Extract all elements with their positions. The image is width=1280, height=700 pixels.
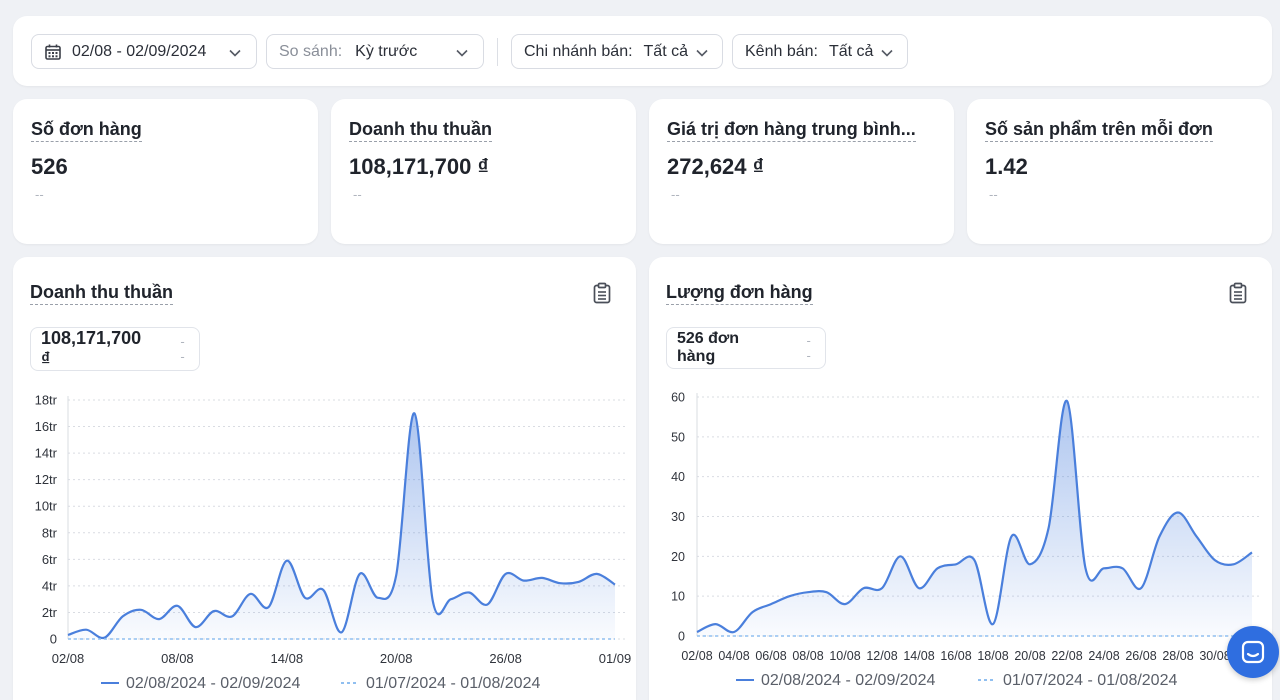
y-tick-label: 2tr [42, 605, 58, 620]
x-tick-label: 08/08 [792, 649, 823, 663]
y-tick-label: 6tr [42, 552, 58, 567]
y-tick-label: 40 [671, 470, 685, 484]
x-tick-label: 28/08 [1162, 649, 1193, 663]
branch-select[interactable]: Chi nhánh bán: Tất cả [511, 34, 723, 69]
kpi-title: Giá trị đơn hàng trung bình... [667, 119, 916, 142]
x-tick-label: 20/08 [380, 651, 413, 666]
x-tick-label: 14/08 [903, 649, 934, 663]
kpi-card-items-per-order: Số sản phẩm trên mỗi đơn 1.42 -- [967, 99, 1272, 244]
x-tick-label: 02/08 [681, 649, 712, 663]
y-tick-label: 12tr [35, 472, 58, 487]
branch-label: Chi nhánh bán: [524, 42, 633, 60]
x-tick-label: 20/08 [1014, 649, 1045, 663]
kpi-value: 272,624 ₫ [667, 154, 764, 179]
y-tick-label: 16tr [35, 419, 58, 434]
orders-chart: 0 10 20 30 40 50 60 02/08 04/08 06/08 08/08 10/08 12… [671, 391, 1262, 689]
revenue-chart: 0 2tr 4tr 6tr 8tr 10tr 12tr 14tr 16tr 18tr 02/08 08… [35, 393, 632, 693]
legend-label: 01/07/2024 - 01/08/2024 [366, 675, 540, 692]
y-tick-label: 60 [671, 391, 685, 405]
date-range-picker[interactable]: 02/08 - 02/09/2024 [31, 34, 257, 69]
series-area [68, 413, 615, 639]
y-tick-label: 8tr [42, 525, 58, 540]
x-tick-label: 18/08 [977, 649, 1008, 663]
chevron-down-icon [881, 49, 893, 57]
compare-value: Kỳ trước [355, 42, 418, 60]
channel-label: Kênh bán: [745, 42, 818, 60]
filter-bar: 02/08 - 02/09/2024 So sánh: Kỳ trước Chi… [13, 16, 1272, 86]
kpi-title: Doanh thu thuần [349, 119, 492, 142]
channel-select[interactable]: Kênh bán: Tất cả [732, 34, 908, 69]
legend-label: 01/07/2024 - 01/08/2024 [1003, 672, 1177, 689]
date-range-value: 02/08 - 02/09/2024 [72, 42, 207, 60]
chat-button[interactable] [1227, 626, 1279, 678]
y-tick-label: 0 [678, 630, 685, 644]
x-tick-label: 26/08 [489, 651, 522, 666]
y-tick-label: 20 [671, 550, 685, 564]
chevron-down-icon [229, 49, 241, 57]
calendar-icon [45, 44, 61, 60]
x-tick-label: 14/08 [271, 651, 304, 666]
channel-value: Tất cả [828, 42, 874, 60]
chevron-down-icon [696, 49, 708, 57]
x-tick-label: 08/08 [161, 651, 194, 666]
x-tick-label: 02/08 [52, 651, 85, 666]
legend-label: 02/08/2024 - 02/09/2024 [126, 675, 300, 692]
kpi-value: 108,171,700 ₫ [349, 154, 489, 179]
x-tick-label: 10/08 [829, 649, 860, 663]
kpi-card-net-revenue: Doanh thu thuần 108,171,700 ₫ -- [331, 99, 636, 244]
x-tick-label: 16/08 [940, 649, 971, 663]
compare-select[interactable]: So sánh: Kỳ trước [266, 34, 484, 69]
x-tick-label: 24/08 [1088, 649, 1119, 663]
revenue-panel: Doanh thu thuần 108,171,700 ₫ -- 0 2tr 4tr… [13, 257, 636, 700]
kpi-card-orders: Số đơn hàng 526 -- [13, 99, 318, 244]
legend-label: 02/08/2024 - 02/09/2024 [761, 672, 935, 689]
kpi-value: 526 [31, 154, 68, 179]
kpi-title: Số đơn hàng [31, 119, 142, 142]
kpi-delta: -- [671, 187, 680, 202]
y-tick-label: 10tr [35, 499, 58, 514]
kpi-delta: -- [353, 187, 362, 202]
y-tick-label: 18tr [35, 393, 58, 408]
x-tick-label: 22/08 [1051, 649, 1082, 663]
x-tick-label: 01/09 [599, 651, 632, 666]
kpi-title: Số sản phẩm trên mỗi đơn [985, 119, 1213, 142]
x-tick-label: 04/08 [718, 649, 749, 663]
orders-panel: Lượng đơn hàng 526 đơn hàng -- 0 10 20 30 40… [649, 257, 1272, 700]
x-tick-label: 06/08 [755, 649, 786, 663]
chevron-down-icon [456, 49, 468, 57]
kpi-value: 1.42 [985, 154, 1028, 179]
y-tick-label: 50 [671, 430, 685, 444]
branch-value: Tất cả [643, 42, 688, 60]
filter-divider [497, 38, 498, 66]
y-tick-label: 30 [671, 510, 685, 524]
y-tick-label: 10 [671, 590, 685, 604]
chat-icon [1241, 640, 1265, 664]
y-tick-label: 14tr [35, 446, 58, 461]
kpi-delta: -- [989, 187, 998, 202]
x-tick-label: 30/08 [1199, 649, 1230, 663]
x-tick-label: 12/08 [866, 649, 897, 663]
kpi-card-average-order-value: Giá trị đơn hàng trung bình... 272,624 ₫… [649, 99, 954, 244]
x-tick-label: 26/08 [1125, 649, 1156, 663]
kpi-delta: -- [35, 187, 44, 202]
y-tick-label: 4tr [42, 578, 58, 593]
compare-label: So sánh: [279, 42, 343, 60]
y-tick-label: 0 [50, 632, 57, 647]
